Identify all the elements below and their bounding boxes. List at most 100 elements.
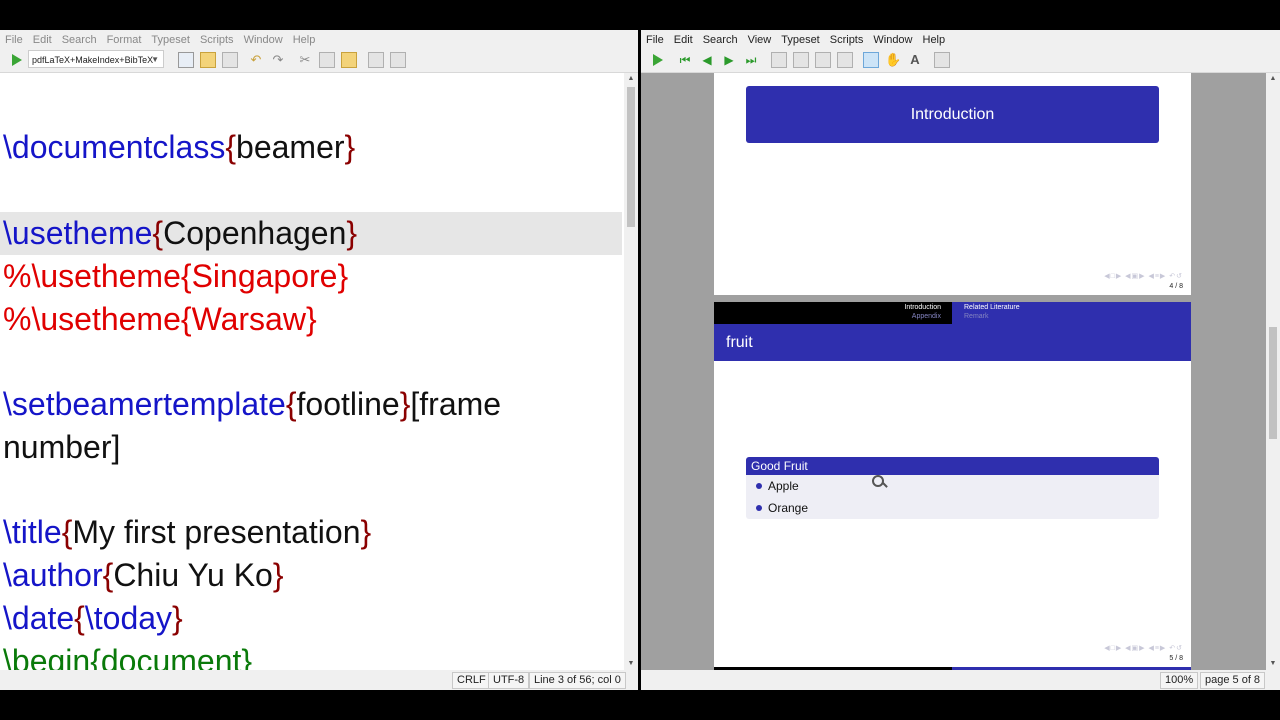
code-argument: Chiu Yu Ko: [113, 557, 273, 593]
menu-search[interactable]: Search: [57, 30, 102, 48]
first-page-icon[interactable]: ⏮: [677, 52, 693, 68]
menu-scripts[interactable]: Scripts: [195, 30, 239, 48]
save-icon[interactable]: [222, 52, 238, 68]
list-item-text: Orange: [768, 501, 809, 515]
cursor-position: Line 3 of 56; col 0: [529, 672, 626, 689]
menu-format[interactable]: Format: [102, 30, 147, 48]
undo-icon[interactable]: ↶: [248, 52, 264, 68]
menu-window[interactable]: Window: [239, 30, 288, 48]
slide-page-number: 5 / 8: [1169, 655, 1183, 662]
editor-window: File Edit Search Format Typeset Scripts Window…: [0, 30, 638, 690]
slide-title-box: Introduction: [746, 86, 1159, 143]
beamer-navigation-symbols[interactable]: ◀□▶ ◀▣▶ ◀≡▶ ↶↺: [1104, 644, 1183, 652]
replace-icon[interactable]: [390, 52, 406, 68]
scroll-down-icon[interactable]: ▼: [1266, 658, 1280, 670]
section-appendix[interactable]: Appendix: [912, 313, 941, 320]
menu-help[interactable]: Help: [918, 30, 951, 48]
list-item-text: Apple: [768, 479, 799, 493]
list-item: Apple: [756, 479, 799, 493]
code-brace: {: [102, 557, 114, 593]
code-command: \documentclass: [3, 129, 226, 165]
viewer-statusbar: 100% page 5 of 8: [641, 670, 1280, 690]
viewer-toolbar: ⏮ ◀ ▶ ⏭ ✋ A: [641, 48, 1280, 73]
code-brace: {: [225, 129, 237, 165]
menu-file[interactable]: File: [0, 30, 28, 48]
typeset-play-icon[interactable]: [12, 54, 22, 66]
magnify-tool-icon[interactable]: [863, 52, 879, 68]
editor-scrollbar[interactable]: ▲ ▼: [624, 73, 638, 670]
menu-search[interactable]: Search: [698, 30, 743, 48]
section-nav-right: Related Literature Remark: [952, 302, 1191, 324]
typeset-play-icon[interactable]: [653, 54, 663, 66]
section-nav-left: Introduction Appendix: [714, 302, 952, 324]
code-brace: }: [346, 215, 358, 251]
menu-help[interactable]: Help: [288, 30, 321, 48]
hand-tool-icon[interactable]: ✋: [885, 52, 901, 68]
find-icon[interactable]: [934, 52, 950, 68]
chevron-down-icon: ▼: [151, 55, 159, 64]
code-brace: {: [285, 386, 297, 422]
beamer-navigation-symbols[interactable]: ◀□▶ ◀▣▶ ◀≡▶ ↶↺: [1104, 272, 1183, 280]
code-line-3: %\usetheme{Singapore}: [3, 258, 349, 294]
frame-title: fruit: [714, 324, 1191, 361]
redo-icon[interactable]: ↷: [270, 52, 286, 68]
scroll-up-icon[interactable]: ▲: [624, 73, 638, 85]
fit-width-icon[interactable]: [793, 52, 809, 68]
viewer-scrollbar-thumb[interactable]: [1269, 327, 1277, 439]
find-icon[interactable]: [368, 52, 384, 68]
section-introduction[interactable]: Introduction: [904, 304, 941, 311]
pdf-view[interactable]: Introduction ◀□▶ ◀▣▶ ◀≡▶ ↶↺ 4 / 8 Introd…: [641, 73, 1266, 690]
code-option: [frame: [410, 386, 502, 422]
fit-window-icon[interactable]: [837, 52, 853, 68]
block-body: Apple Orange: [746, 475, 1159, 519]
code-line-6: number]: [3, 429, 121, 465]
slide-5: Introduction Appendix Related Literature…: [714, 302, 1191, 667]
code-brace: {: [152, 215, 164, 251]
code-line-1: \documentclass{beamer}: [3, 126, 355, 169]
menu-scripts[interactable]: Scripts: [825, 30, 869, 48]
paste-icon[interactable]: [341, 52, 357, 68]
menu-view[interactable]: View: [743, 30, 777, 48]
source-editor[interactable]: \documentclass{beamer} \usetheme{Copenha…: [0, 73, 624, 690]
scroll-down-icon[interactable]: ▼: [624, 658, 638, 670]
code-command: \today: [84, 600, 173, 636]
menu-window[interactable]: Window: [868, 30, 917, 48]
viewer-scrollbar[interactable]: ▲ ▼: [1266, 73, 1280, 670]
menu-typeset[interactable]: Typeset: [776, 30, 825, 48]
code-command: \title: [3, 514, 62, 550]
code-line-7: \title{My first presentation}: [3, 511, 371, 554]
code-line-8: \author{Chiu Yu Ko}: [3, 554, 284, 597]
open-file-icon[interactable]: [200, 52, 216, 68]
code-brace: {: [74, 600, 85, 636]
code-line-4: %\usetheme{Warsaw}: [3, 301, 317, 337]
code-command: \setbeamertemplate: [3, 386, 286, 422]
code-brace: }: [399, 386, 411, 422]
previous-page-icon[interactable]: ◀: [699, 52, 715, 68]
menu-file[interactable]: File: [641, 30, 669, 48]
menu-edit[interactable]: Edit: [28, 30, 57, 48]
encoding-indicator[interactable]: UTF-8: [488, 672, 530, 689]
menu-typeset[interactable]: Typeset: [146, 30, 195, 48]
menu-edit[interactable]: Edit: [669, 30, 698, 48]
new-file-icon[interactable]: [178, 52, 194, 68]
editor-toolbar: pdfLaTeX+MakeIndex+BibTeX ▼ ↶ ↷ ✂: [0, 48, 638, 73]
scroll-up-icon[interactable]: ▲: [1266, 73, 1280, 85]
section-remark[interactable]: Remark: [964, 313, 989, 320]
line-ending-indicator[interactable]: CRLF: [452, 672, 491, 689]
bullet-icon: [756, 483, 762, 489]
editor-scrollbar-thumb[interactable]: [627, 87, 635, 227]
select-text-icon[interactable]: A: [907, 52, 923, 68]
last-page-icon[interactable]: ⏭: [743, 52, 759, 68]
fit-page-icon[interactable]: [815, 52, 831, 68]
block-title: Good Fruit: [746, 457, 1159, 475]
section-related-literature[interactable]: Related Literature: [964, 304, 1020, 311]
cut-icon[interactable]: ✂: [297, 52, 313, 68]
code-argument: My first presentation: [72, 514, 361, 550]
actual-size-icon[interactable]: [771, 52, 787, 68]
copy-icon[interactable]: [319, 52, 335, 68]
zoom-level[interactable]: 100%: [1160, 672, 1199, 689]
engine-select[interactable]: pdfLaTeX+MakeIndex+BibTeX ▼: [28, 50, 164, 68]
list-item: Orange: [756, 501, 809, 515]
next-page-icon[interactable]: ▶: [721, 52, 737, 68]
code-brace: }: [272, 557, 284, 593]
